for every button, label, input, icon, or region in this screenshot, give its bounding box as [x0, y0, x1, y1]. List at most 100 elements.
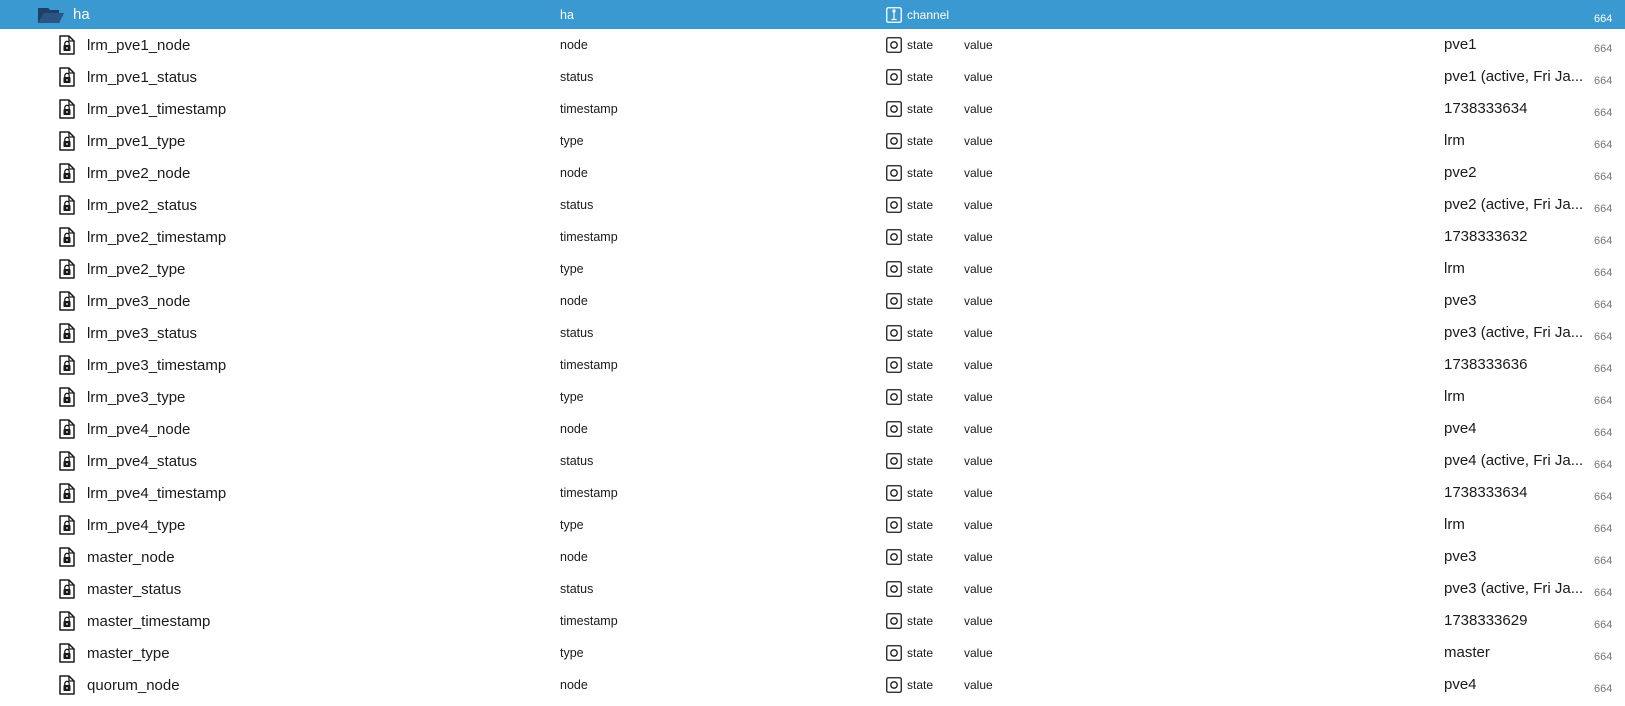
state-name: lrm_pve3_type — [87, 388, 186, 406]
state-type: state — [886, 509, 956, 541]
tree-row-lrm-pve3-timestamp[interactable]: lrm_pve3_timestamp timestamp state value… — [0, 349, 1625, 381]
state-icon — [886, 389, 902, 405]
state-type: state — [886, 61, 956, 93]
state-type: state — [886, 29, 956, 61]
state-icon — [886, 645, 902, 661]
state-value[interactable]: 1738333634 — [1444, 93, 1584, 125]
tree-row-lrm-pve4-node[interactable]: lrm_pve4_node node state value pve4 664 — [0, 413, 1625, 445]
state-acl: 664 — [1594, 203, 1613, 215]
folder-acl: 664 — [1594, 12, 1613, 25]
state-role: timestamp — [560, 358, 618, 372]
state-type: state — [886, 93, 956, 125]
tree-row-lrm-pve3-node[interactable]: lrm_pve3_node node state value pve3 664 — [0, 285, 1625, 317]
state-value[interactable]: 1738333629 — [1444, 605, 1584, 637]
tree-row-lrm-pve2-node[interactable]: lrm_pve2_node node state value pve2 664 — [0, 157, 1625, 189]
state-value[interactable]: pve4 — [1444, 669, 1584, 701]
state-value[interactable]: 1738333634 — [1444, 477, 1584, 509]
folder-role: ha — [560, 7, 574, 22]
state-kind: value — [964, 358, 993, 372]
state-type: state — [886, 573, 956, 605]
file-lock-icon — [56, 189, 78, 221]
tree-row-lrm-pve1-timestamp[interactable]: lrm_pve1_timestamp timestamp state value… — [0, 93, 1625, 125]
state-value[interactable]: lrm — [1444, 381, 1584, 413]
state-acl: 664 — [1594, 107, 1613, 119]
state-type-label: state — [907, 70, 934, 84]
state-name: lrm_pve3_status — [87, 324, 198, 342]
channel-icon — [886, 6, 902, 23]
state-value[interactable]: pve3 (active, Fri Ja... — [1444, 573, 1584, 605]
tree-row-lrm-pve1-node[interactable]: lrm_pve1_node node state value pve1 664 — [0, 29, 1625, 61]
tree-row-lrm-pve2-type[interactable]: lrm_pve2_type type state value lrm 664 — [0, 253, 1625, 285]
state-value[interactable]: pve2 (active, Fri Ja... — [1444, 189, 1584, 221]
state-role: timestamp — [560, 486, 618, 500]
state-value[interactable]: pve3 — [1444, 541, 1584, 573]
state-value[interactable]: 1738333632 — [1444, 221, 1584, 253]
state-name: master_type — [87, 644, 170, 662]
file-lock-icon — [56, 157, 78, 189]
state-value[interactable]: pve3 — [1444, 285, 1584, 317]
tree-row-master-type[interactable]: master_type type state value master 664 — [0, 637, 1625, 669]
state-icon — [886, 133, 902, 149]
state-type-label: state — [907, 294, 934, 308]
state-icon — [886, 165, 902, 181]
state-kind: value — [964, 486, 993, 500]
tree-row-lrm-pve4-status[interactable]: lrm_pve4_status status state value pve4 … — [0, 445, 1625, 477]
tree-row-lrm-pve3-status[interactable]: lrm_pve3_status status state value pve3 … — [0, 317, 1625, 349]
state-role: node — [560, 422, 588, 436]
state-value[interactable]: pve1 (active, Fri Ja... — [1444, 61, 1584, 93]
state-role: type — [560, 262, 584, 276]
tree-row-master-timestamp[interactable]: master_timestamp timestamp state value 1… — [0, 605, 1625, 637]
file-lock-icon — [56, 221, 78, 253]
state-acl: 664 — [1594, 331, 1613, 343]
state-acl: 664 — [1594, 363, 1613, 375]
state-icon — [886, 485, 902, 501]
state-icon — [886, 677, 902, 693]
state-value[interactable]: lrm — [1444, 125, 1584, 157]
state-role: status — [560, 454, 594, 468]
state-value[interactable]: pve1 — [1444, 29, 1584, 61]
tree-row-quorum-node[interactable]: quorum_node node state value pve4 664 — [0, 669, 1625, 701]
tree-row-lrm-pve1-type[interactable]: lrm_pve1_type type state value lrm 664 — [0, 125, 1625, 157]
state-value[interactable]: pve2 — [1444, 157, 1584, 189]
state-value[interactable]: master — [1444, 637, 1584, 669]
state-name: lrm_pve2_timestamp — [87, 228, 227, 246]
state-acl: 664 — [1594, 427, 1613, 439]
tree-row-folder-ha[interactable]: ha ha channel 664 — [0, 0, 1625, 29]
state-value[interactable]: lrm — [1444, 253, 1584, 285]
tree-row-lrm-pve3-type[interactable]: lrm_pve3_type type state value lrm 664 — [0, 381, 1625, 413]
state-value[interactable]: pve4 — [1444, 413, 1584, 445]
state-icon — [886, 101, 902, 117]
tree-row-lrm-pve4-type[interactable]: lrm_pve4_type type state value lrm 664 — [0, 509, 1625, 541]
state-acl: 664 — [1594, 491, 1613, 503]
state-icon — [886, 37, 902, 53]
state-value[interactable]: 1738333636 — [1444, 349, 1584, 381]
state-value[interactable]: pve4 (active, Fri Ja... — [1444, 445, 1584, 477]
state-name: quorum_node — [87, 676, 180, 694]
tree-row-lrm-pve2-status[interactable]: lrm_pve2_status status state value pve2 … — [0, 189, 1625, 221]
state-type: state — [886, 125, 956, 157]
state-acl: 664 — [1594, 683, 1613, 695]
file-lock-icon — [56, 381, 78, 413]
tree-row-master-status[interactable]: master_status status state value pve3 (a… — [0, 573, 1625, 605]
state-role: type — [560, 134, 584, 148]
state-name: lrm_pve3_timestamp — [87, 356, 227, 374]
state-type-label: state — [907, 358, 934, 372]
state-name: master_node — [87, 548, 175, 566]
state-value[interactable]: lrm — [1444, 509, 1584, 541]
state-acl: 664 — [1594, 555, 1613, 567]
state-type-label: state — [907, 230, 934, 244]
tree-row-lrm-pve1-status[interactable]: lrm_pve1_status status state value pve1 … — [0, 61, 1625, 93]
state-name: lrm_pve4_timestamp — [87, 484, 227, 502]
state-name: lrm_pve2_node — [87, 164, 191, 182]
folder-open-icon[interactable] — [36, 0, 66, 29]
state-type-label: state — [907, 38, 934, 52]
state-name: lrm_pve4_type — [87, 516, 186, 534]
state-value[interactable]: pve3 (active, Fri Ja... — [1444, 317, 1584, 349]
file-lock-icon — [56, 253, 78, 285]
tree-row-lrm-pve4-timestamp[interactable]: lrm_pve4_timestamp timestamp state value… — [0, 477, 1625, 509]
state-type: state — [886, 445, 956, 477]
state-icon — [886, 421, 902, 437]
state-kind: value — [964, 390, 993, 404]
tree-row-master-node[interactable]: master_node node state value pve3 664 — [0, 541, 1625, 573]
tree-row-lrm-pve2-timestamp[interactable]: lrm_pve2_timestamp timestamp state value… — [0, 221, 1625, 253]
